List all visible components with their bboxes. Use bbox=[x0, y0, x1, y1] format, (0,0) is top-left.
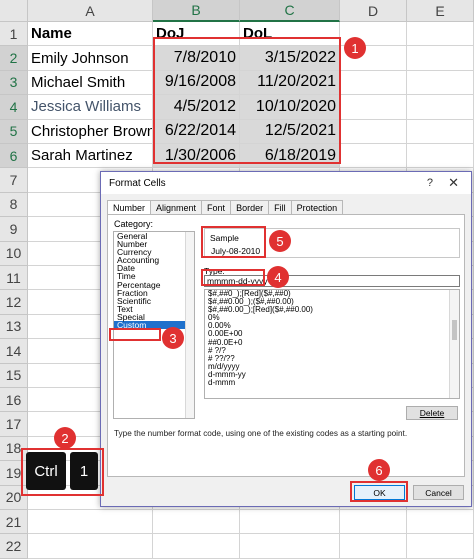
row-header-15[interactable]: 15 bbox=[0, 363, 28, 388]
delete-button[interactable]: Delete bbox=[406, 406, 458, 420]
tab-alignment[interactable]: Alignment bbox=[150, 200, 203, 215]
format-code-item[interactable]: 0% bbox=[205, 314, 459, 322]
row-header-12[interactable]: 12 bbox=[0, 290, 28, 315]
step-badge-5: 5 bbox=[269, 230, 291, 252]
tab-border[interactable]: Border bbox=[230, 200, 270, 215]
cell[interactable] bbox=[240, 534, 340, 559]
format-code-item[interactable]: ##0.0E+0 bbox=[205, 338, 459, 347]
step-badge-3: 3 bbox=[162, 327, 184, 349]
cell[interactable] bbox=[407, 534, 474, 559]
sample-highlight bbox=[201, 226, 266, 258]
column-header-c[interactable]: C bbox=[240, 0, 340, 22]
row-header-2[interactable]: 2 bbox=[0, 46, 28, 71]
row-header-8[interactable]: 8 bbox=[0, 192, 28, 218]
row-header-4[interactable]: 4 bbox=[0, 95, 28, 120]
close-icon[interactable]: ✕ bbox=[448, 175, 459, 191]
cell[interactable] bbox=[153, 510, 240, 535]
cell[interactable] bbox=[340, 534, 407, 559]
name-cell[interactable]: Michael Smith bbox=[28, 70, 153, 96]
cell[interactable] bbox=[407, 95, 474, 120]
format-list-scrollbar[interactable] bbox=[449, 290, 459, 398]
name-cell[interactable]: Emily Johnson bbox=[28, 46, 153, 71]
cancel-button[interactable]: Cancel bbox=[413, 485, 464, 500]
format-code-item[interactable]: d-mmm bbox=[205, 378, 459, 387]
format-code-item[interactable]: # ?/? bbox=[205, 346, 459, 355]
column-header-a[interactable]: A bbox=[28, 0, 153, 22]
column-header-e[interactable]: E bbox=[407, 0, 474, 22]
name-cell[interactable]: Jessica Williams bbox=[28, 95, 153, 120]
dialog-tabs: Number Alignment Font Border Fill Protec… bbox=[107, 200, 344, 215]
help-button[interactable]: ? bbox=[427, 177, 433, 189]
type-input-highlight bbox=[201, 269, 265, 286]
format-code-item[interactable]: # ??/?? bbox=[205, 354, 459, 363]
tab-fill[interactable]: Fill bbox=[268, 200, 292, 215]
cell[interactable] bbox=[240, 510, 340, 535]
cell[interactable] bbox=[340, 510, 407, 535]
one-key: 1 bbox=[70, 452, 98, 490]
row-header-5[interactable]: 5 bbox=[0, 119, 28, 144]
cell[interactable] bbox=[407, 46, 474, 71]
row-header-1[interactable]: 1 bbox=[0, 22, 28, 47]
delete-label: Delete bbox=[419, 408, 445, 418]
format-code-item[interactable]: 0.00E+00 bbox=[205, 330, 459, 338]
dialog-title: Format Cells bbox=[101, 172, 471, 194]
row-header-16[interactable]: 16 bbox=[0, 388, 28, 413]
format-code-item[interactable]: 0.00% bbox=[205, 322, 459, 330]
cell[interactable] bbox=[407, 119, 474, 144]
name-cell[interactable]: Sarah Martinez bbox=[28, 144, 153, 169]
row-header-3[interactable]: 3 bbox=[0, 70, 28, 96]
row-header-21[interactable]: 21 bbox=[0, 510, 28, 535]
step-badge-1: 1 bbox=[344, 37, 366, 59]
header-name[interactable]: Name bbox=[28, 22, 153, 47]
cell[interactable] bbox=[407, 70, 474, 96]
date-range-highlight bbox=[153, 37, 341, 164]
cell[interactable] bbox=[407, 510, 474, 535]
ok-button-highlight bbox=[350, 481, 408, 502]
row-header-22[interactable]: 22 bbox=[0, 534, 28, 559]
cell[interactable] bbox=[340, 144, 407, 169]
cell[interactable] bbox=[28, 534, 153, 559]
column-header-d[interactable]: D bbox=[340, 0, 407, 22]
row-header-14[interactable]: 14 bbox=[0, 339, 28, 364]
format-code-item[interactable]: $#,##0.00_);[Red]($#,##0.00) bbox=[205, 306, 459, 314]
category-label: Category: bbox=[114, 219, 154, 229]
category-list[interactable]: General Number Currency Accounting Date Time P… bbox=[113, 231, 195, 419]
step-badge-4: 4 bbox=[267, 266, 289, 288]
category-scrollbar[interactable] bbox=[185, 232, 194, 418]
row-header-11[interactable]: 11 bbox=[0, 266, 28, 291]
scrollbar-thumb[interactable] bbox=[452, 320, 457, 340]
cell[interactable] bbox=[407, 22, 474, 47]
cell[interactable] bbox=[340, 95, 407, 120]
tab-font[interactable]: Font bbox=[201, 200, 232, 215]
column-header-b[interactable]: B bbox=[153, 0, 240, 22]
number-tab-panel: Category: General Number Currency Accountin… bbox=[107, 214, 465, 477]
ctrl-key: Ctrl bbox=[26, 452, 66, 490]
row-header-6[interactable]: 6 bbox=[0, 144, 28, 169]
row-header-17[interactable]: 17 bbox=[0, 412, 28, 437]
format-code-list[interactable]: $#,##0_);[Red]($#,##0) $#,##0.00_);($#,##… bbox=[204, 289, 460, 399]
step-badge-2: 2 bbox=[54, 427, 76, 449]
step-badge-6: 6 bbox=[368, 459, 390, 481]
row-header-9[interactable]: 9 bbox=[0, 217, 28, 242]
custom-category-highlight bbox=[109, 328, 161, 341]
format-code-item[interactable]: d-mmm-yy bbox=[205, 370, 459, 379]
row-header-13[interactable]: 13 bbox=[0, 314, 28, 340]
tab-protection[interactable]: Protection bbox=[290, 200, 344, 215]
row-header-10[interactable]: 10 bbox=[0, 241, 28, 266]
hint-text: Type the number format code, using one o… bbox=[114, 429, 408, 438]
cell[interactable] bbox=[28, 510, 153, 535]
cell[interactable] bbox=[340, 119, 407, 144]
name-cell[interactable]: Christopher Brown bbox=[28, 119, 153, 144]
cell[interactable] bbox=[153, 534, 240, 559]
tab-number[interactable]: Number bbox=[107, 200, 152, 215]
cell[interactable] bbox=[340, 70, 407, 96]
row-header-7[interactable]: 7 bbox=[0, 168, 28, 193]
select-all-corner[interactable] bbox=[0, 0, 28, 22]
cell[interactable] bbox=[407, 144, 474, 169]
